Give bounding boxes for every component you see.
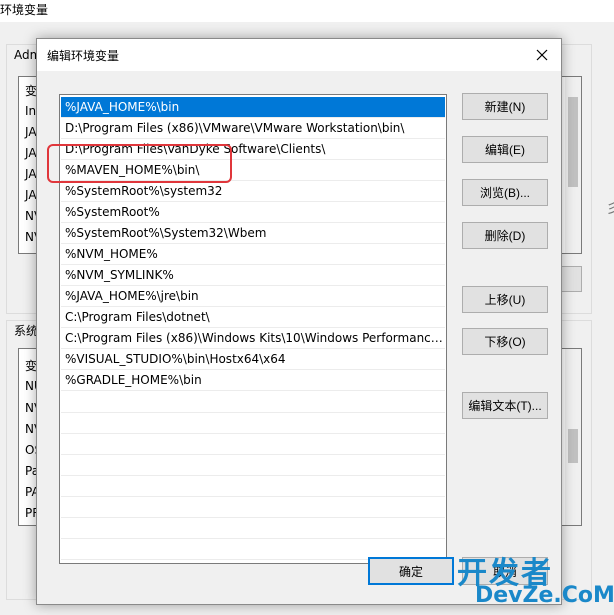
bg-cell: JA [25, 146, 37, 160]
empty-row-separator [61, 412, 445, 413]
path-list-item[interactable]: %VISUAL_STUDIO%\bin\Hostx64\x64 [61, 349, 445, 370]
edit-environment-variable-dialog: 编辑环境变量 %JAVA_HOME%\bin D:\Program Files (… [36, 38, 562, 605]
path-list-item-text: %SystemRoot%\system32 [65, 184, 223, 198]
path-list-item[interactable]: %NVM_HOME% [61, 244, 445, 265]
bg-scrollbar[interactable] [565, 349, 581, 525]
empty-row-separator [61, 538, 445, 539]
path-list-item-text: %SystemRoot%\System32\Wbem [65, 226, 267, 240]
dialog-titlebar[interactable]: 编辑环境变量 [37, 39, 561, 71]
path-list-item-text: C:\Program Files (x86)\Windows Kits\10\W… [65, 331, 443, 345]
bg-scrollbar[interactable] [565, 77, 581, 253]
path-list-item[interactable]: %GRADLE_HOME%\bin [61, 370, 445, 391]
path-list-item-text: %NVM_SYMLINK% [65, 268, 174, 282]
move-down-button[interactable]: 下移(O) [462, 328, 548, 355]
empty-row-separator [61, 475, 445, 476]
edit-button[interactable]: 编辑(E) [462, 136, 548, 163]
bg-side-char: 彡 [606, 201, 614, 217]
path-list-item[interactable]: %JAVA_HOME%\jre\bin [61, 286, 445, 307]
move-up-button[interactable]: 上移(U) [462, 286, 548, 313]
path-list-item-text: C:\Program Files\dotnet\ [65, 310, 210, 324]
bg-cell: JA [25, 188, 37, 202]
bg-cell: JA [25, 167, 37, 181]
bg-cell: JA [25, 125, 37, 139]
path-list-item-text: %JAVA_HOME%\jre\bin [65, 289, 199, 303]
path-list-item[interactable]: %NVM_SYMLINK% [61, 265, 445, 286]
close-button[interactable] [523, 39, 561, 71]
bg-window-title: 环境变量 [0, 3, 49, 17]
path-list-item-text: %GRADLE_HOME%\bin [65, 373, 202, 387]
close-icon [536, 49, 548, 61]
path-list-item[interactable]: D:\Program Files (x86)\VMware\VMware Wor… [61, 118, 445, 139]
empty-row-separator [61, 454, 445, 455]
edit-text-button[interactable]: 编辑文本(T)... [462, 392, 548, 419]
path-list-item[interactable]: %SystemRoot% [61, 202, 445, 223]
path-list-item-text: %NVM_HOME% [65, 247, 158, 261]
bg-titlebar: 环境变量 [0, 0, 614, 22]
bg-cell: In [25, 104, 37, 118]
new-button[interactable]: 新建(N) [462, 93, 548, 120]
path-list-item-text: %JAVA_HOME%\bin [65, 100, 180, 114]
path-list-item[interactable]: C:\Program Files (x86)\Windows Kits\10\W… [61, 328, 445, 349]
path-list-item[interactable]: %JAVA_HOME%\bin [61, 97, 445, 118]
empty-row-separator [61, 433, 445, 434]
empty-row-separator [61, 517, 445, 518]
bg-scroll-thumb[interactable] [568, 97, 578, 187]
path-list-item-text: %SystemRoot% [65, 205, 160, 219]
watermark-domain: DevZe.CoM [475, 583, 614, 608]
dialog-title: 编辑环境变量 [47, 49, 120, 63]
empty-row-separator [61, 496, 445, 497]
browse-button[interactable]: 浏览(B)... [462, 179, 548, 206]
path-list-item[interactable]: %SystemRoot%\system32 [61, 181, 445, 202]
ok-button[interactable]: 确定 [368, 557, 454, 585]
path-list-item-text: %VISUAL_STUDIO%\bin\Hostx64\x64 [65, 352, 286, 366]
bg-scroll-thumb[interactable] [568, 429, 578, 463]
path-list-item-text: D:\Program Files (x86)\VMware\VMware Wor… [65, 121, 405, 135]
path-list-item[interactable]: C:\Program Files\dotnet\ [61, 307, 445, 328]
annotation-highlight-box [47, 144, 232, 183]
path-list-item[interactable]: %SystemRoot%\System32\Wbem [61, 223, 445, 244]
delete-button[interactable]: 删除(D) [462, 222, 548, 249]
